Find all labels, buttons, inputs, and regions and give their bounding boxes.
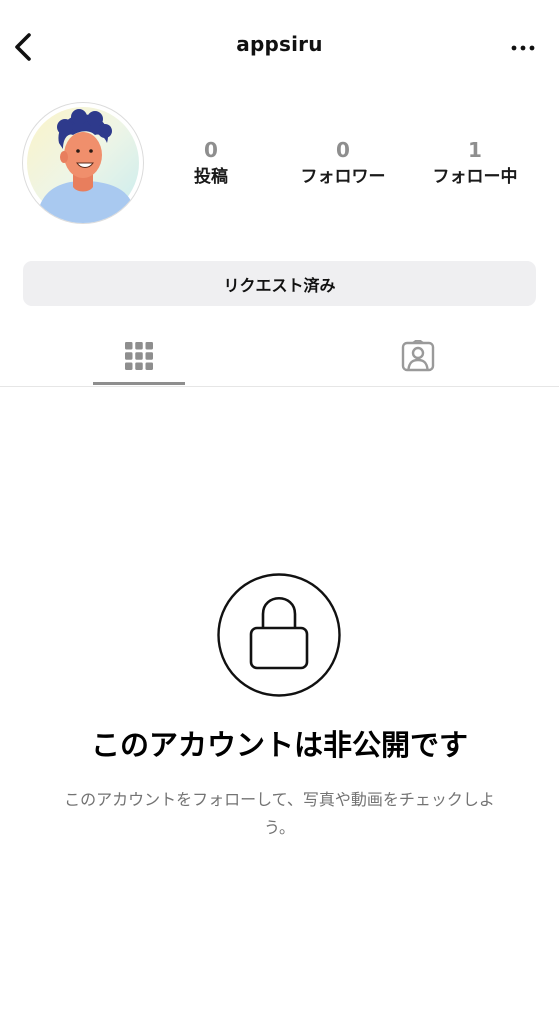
stat-followers-label: フォロワー <box>300 167 386 187</box>
lock-icon <box>217 573 341 697</box>
tagged-person-icon <box>401 340 435 372</box>
grid-icon <box>125 342 153 370</box>
profile-username: appsiru <box>236 32 323 56</box>
more-options-button[interactable] <box>509 36 537 60</box>
stat-following-label: フォロー中 <box>432 167 518 187</box>
more-dots-icon <box>511 45 535 51</box>
stat-followers[interactable]: 0 フォロワー <box>283 138 403 190</box>
private-account-title: このアカウントは非公開です <box>90 728 468 762</box>
stat-followers-count: 0 <box>336 138 350 162</box>
avatar[interactable] <box>22 102 144 224</box>
profile-tabs <box>0 326 559 387</box>
avatar-illustration <box>27 107 139 223</box>
stat-posts-label: 投稿 <box>194 167 228 187</box>
tab-posts-grid[interactable] <box>93 326 185 386</box>
active-tab-indicator <box>93 382 185 385</box>
tab-tagged[interactable] <box>372 326 464 386</box>
requested-button[interactable]: リクエスト済み <box>23 261 536 306</box>
private-account-description: このアカウントをフォローして、写真や動画をチェックしよう。 <box>64 790 495 837</box>
stat-following[interactable]: 1 フォロー中 <box>415 138 535 190</box>
stat-posts[interactable]: 0 投稿 <box>151 138 271 190</box>
top-bar: appsiru <box>0 0 559 96</box>
stat-posts-count: 0 <box>204 138 218 162</box>
stat-following-count: 1 <box>468 138 482 162</box>
private-lock <box>217 573 341 697</box>
